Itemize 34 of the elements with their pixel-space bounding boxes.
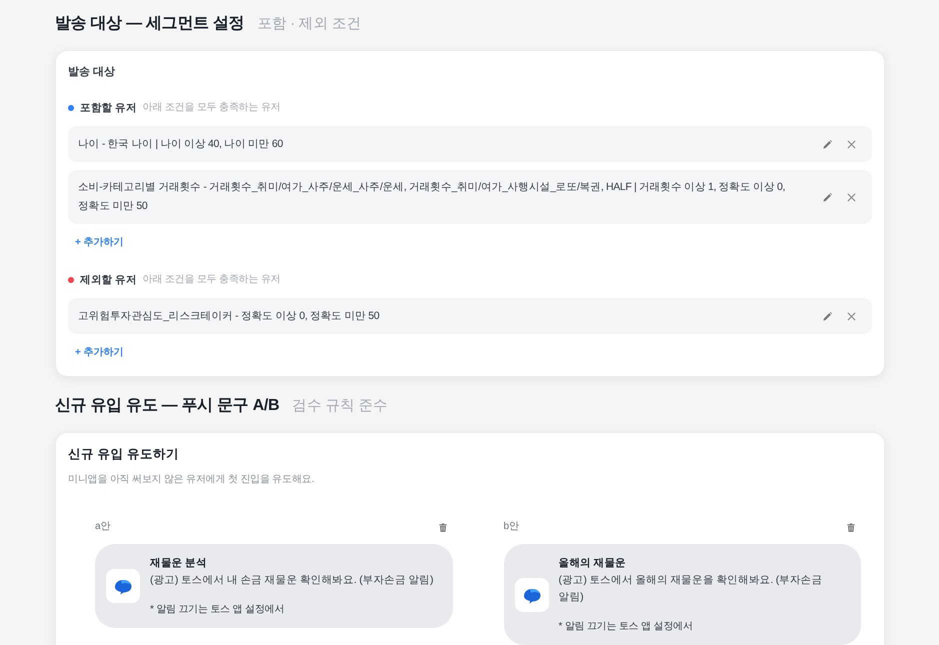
group-hint: 아래 조건을 모두 충족하는 유저 — [142, 101, 280, 115]
card-title: 신규 유입 유도하기 — [68, 446, 180, 463]
push-note: * 알림 끄기는 토스 앱 설정에서 — [558, 620, 694, 634]
push-body: (광고) 토스에서 내 손금 재물운 확인해봐요. (부자손금 알림) — [150, 573, 434, 588]
push-title: 재물운 분석 — [150, 556, 208, 571]
add-link[interactable]: + 추가하기 — [75, 236, 124, 250]
variant-label: b안 — [504, 520, 520, 534]
section-title: 신규 유입 유도 — 푸시 문구 A/B — [55, 396, 280, 416]
condition-text: 고위험투자관심도_리스크테이커 - 정확도 이상 0, 정확도 미만 50 — [78, 308, 380, 324]
variant-label: a안 — [95, 520, 111, 534]
app-icon — [514, 578, 548, 612]
push-body: (광고) 토스에서 올해의 재물운을 확인해봐요. (부자손금 알림) — [558, 573, 824, 605]
card-title: 발송 대상 — [68, 65, 116, 80]
section-subtitle: 포함 · 제외 조건 — [257, 15, 362, 34]
push-title: 올해의 재물운 — [558, 556, 628, 571]
section-title: 발송 대상 — 세그먼트 설정 — [55, 14, 244, 34]
pencil-icon[interactable] — [823, 192, 832, 202]
push-note: * 알림 끄기는 토스 앱 설정에서 — [150, 603, 286, 617]
close-icon[interactable] — [847, 192, 856, 202]
pencil-icon[interactable] — [823, 140, 832, 148]
trash-icon[interactable] — [847, 522, 855, 532]
group-label: 제외할 유저 — [80, 273, 137, 288]
group-label: 포함할 유저 — [80, 101, 137, 116]
condition-text: 소비-카테고리별 거래횟수 - 거래횟수_취미/여가_사주/운세_사주/운세, 거래횟수_취미/여가_사행시설_로또/복권, HALF | 거래횟수 이상 1, 정확도 이상 0, 정확도 미만 50 — [78, 180, 786, 214]
section-subtitle: 검수 규칙 준수 — [292, 397, 388, 416]
close-icon[interactable] — [847, 312, 856, 320]
condition-text: 나이 - 한국 나이 | 나이 이상 40, 나이 미만 60 — [78, 136, 284, 152]
close-icon[interactable] — [847, 140, 856, 148]
card-description: 미니앱을 아직 써보지 않은 유저에게 첫 진입을 유도해요. — [68, 473, 316, 487]
trash-icon[interactable] — [438, 522, 446, 532]
add-link[interactable]: + 추가하기 — [75, 346, 124, 360]
pencil-icon[interactable] — [823, 312, 832, 320]
group-hint: 아래 조건을 모두 충족하는 유저 — [142, 273, 280, 287]
app-icon — [106, 569, 140, 603]
